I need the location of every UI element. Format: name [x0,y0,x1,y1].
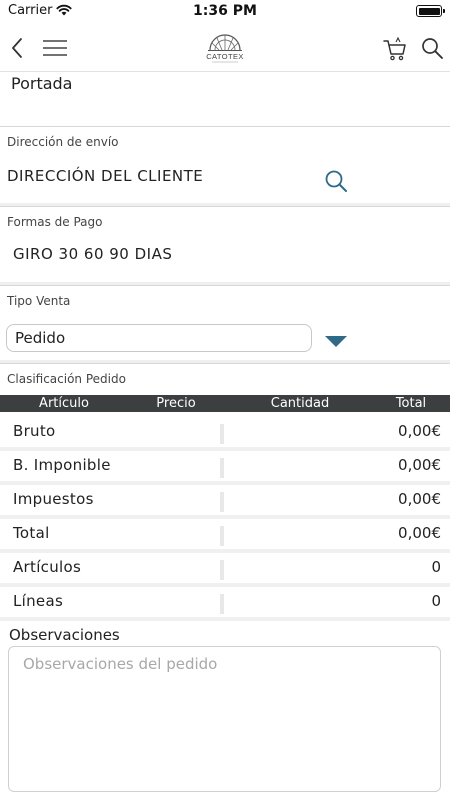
observations-textarea[interactable] [8,646,441,792]
totals-row-value: 0,00€ [398,490,441,508]
payment-value[interactable]: GIRO 30 60 90 DIAS [13,245,172,263]
column-separator [220,424,224,444]
nav-bar: CATOTEX [0,24,450,72]
observations-label: Observaciones [9,626,120,644]
classification-section: Clasificación Pedido [0,363,450,396]
row-divider [0,617,450,621]
totals-row-label: B. Imponible [13,456,111,474]
dropdown-arrow-icon[interactable] [325,336,347,347]
items-table-header: Artículo Precio Cantidad Total [0,395,450,412]
totals-row-label: Artículos [13,558,82,576]
totals-row-value: 0 [431,592,441,610]
column-separator [220,492,224,512]
totals-row: Total 0,00€ [0,519,450,549]
column-header-articulo: Artículo [39,396,89,411]
sale-type-selected: Pedido [15,329,66,347]
totals-row: Impuestos 0,00€ [0,485,450,515]
shipping-value[interactable]: DIRECCIÓN DEL CLIENTE [7,167,203,185]
totals-row-value: 0,00€ [398,524,441,542]
address-search-icon[interactable] [323,168,349,194]
breadcrumb: Portada [0,72,450,127]
totals-row-label: Total [13,524,50,542]
column-separator [220,560,224,580]
payment-label: Formas de Pago [7,215,103,229]
totals-row-value: 0,00€ [398,422,441,440]
column-header-precio: Precio [156,396,196,411]
logo-text: CATOTEX [206,52,244,61]
battery-icon [416,5,445,17]
back-icon[interactable] [6,34,30,62]
status-bar: Carrier 1:36 PM [0,0,450,24]
totals-row: Bruto 0,00€ [0,417,450,447]
search-icon[interactable] [420,36,444,60]
cart-icon[interactable] [382,36,408,62]
totals-row-value: 0 [431,558,441,576]
column-separator [220,594,224,614]
sale-type-label: Tipo Venta [7,294,71,308]
column-header-total: Total [395,396,427,411]
sale-type-section: Tipo Venta Pedido [0,285,450,361]
totals-row-label: Líneas [13,592,64,610]
totals-row-value: 0,00€ [398,456,441,474]
classification-label: Clasificación Pedido [7,372,126,386]
menu-icon[interactable] [42,38,68,58]
shipping-label: Dirección de envío [7,135,119,149]
breadcrumb-portada[interactable]: Portada [11,74,72,93]
shipping-section: Dirección de envío DIRECCIÓN DEL CLIENTE [0,126,450,204]
totals-row-label: Impuestos [13,490,94,508]
payment-section: Formas de Pago GIRO 30 60 90 DIAS [0,206,450,283]
column-separator [220,526,224,546]
totals-row-label: Bruto [13,422,56,440]
column-separator [220,458,224,478]
sale-type-select[interactable]: Pedido [6,324,312,352]
column-header-cantidad: Cantidad [270,396,330,411]
totals-row: B. Imponible 0,00€ [0,451,450,481]
totals-row: Líneas 0 [0,587,450,617]
clock: 1:36 PM [193,3,257,19]
logo-icon[interactable]: CATOTEX [198,30,252,66]
totals-row: Artículos 0 [0,553,450,583]
